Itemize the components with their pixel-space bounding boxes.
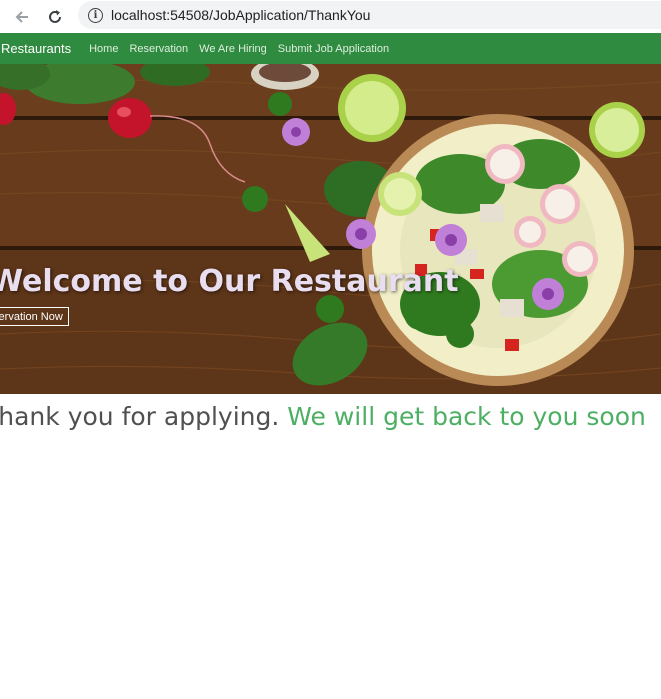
site-navbar: Restaurants Home Reservation We Are Hiri…	[0, 33, 661, 64]
hero-background-image	[0, 64, 661, 394]
thank-you-text: Thank you for applying.	[0, 402, 280, 431]
url-text: localhost:54508/JobApplication/ThankYou	[111, 7, 371, 23]
nav-link-submit-application[interactable]: Submit Job Application	[278, 43, 389, 55]
brand-link[interactable]: Restaurants	[1, 41, 71, 56]
arrow-left-icon[interactable]	[11, 6, 33, 28]
address-bar[interactable]: i localhost:54508/JobApplication/ThankYo…	[78, 1, 661, 29]
browser-toolbar: i localhost:54508/JobApplication/ThankYo…	[0, 0, 661, 33]
info-icon[interactable]: i	[88, 7, 103, 23]
nav-link-home[interactable]: Home	[89, 43, 118, 55]
nav-link-hiring[interactable]: We Are Hiring	[199, 43, 267, 55]
reload-icon[interactable]	[44, 6, 66, 28]
thank-you-message: Thank you for applying. We will get back…	[0, 402, 646, 431]
nav-link-reservation[interactable]: Reservation	[129, 43, 188, 55]
reservation-now-button[interactable]: Reservation Now	[0, 307, 69, 326]
get-back-text: We will get back to you soon	[287, 402, 646, 431]
hero-banner: Welcome to Our Restaurant Reservation No…	[0, 64, 661, 394]
hero-title: Welcome to Our Restaurant	[0, 264, 459, 299]
